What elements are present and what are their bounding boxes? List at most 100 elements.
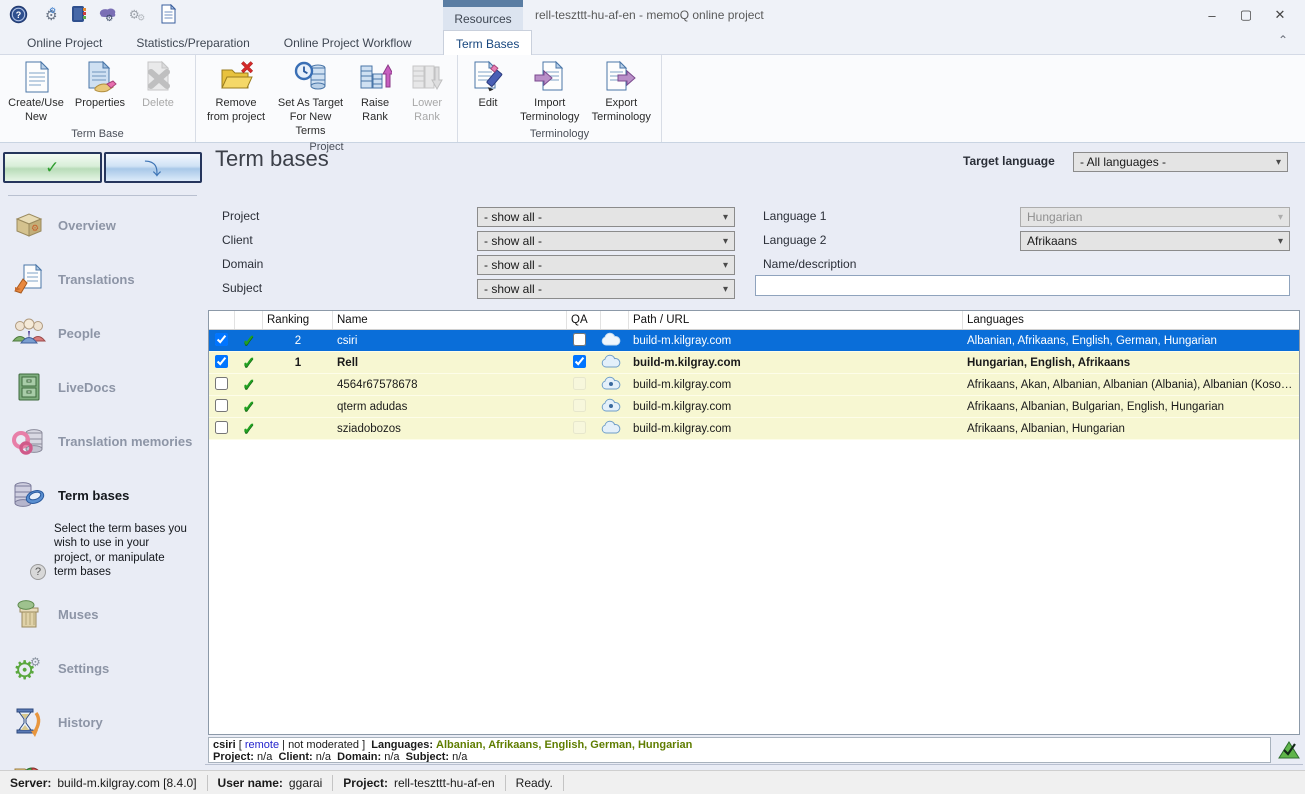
sidebar-item-label: LiveDocs — [58, 380, 116, 395]
target-language-select[interactable]: - All languages - ▾ — [1073, 152, 1288, 172]
col-name[interactable]: Name — [333, 311, 567, 329]
col-path[interactable]: Path / URL — [629, 311, 963, 329]
lower-rank-button: Lower Rank — [401, 57, 453, 125]
people-icon — [10, 316, 48, 350]
name-cell: 4564r67578678 — [333, 379, 567, 391]
server-cloud-icon[interactable]: ⚙ — [98, 4, 118, 24]
raise-rank-button[interactable]: Raise Rank — [349, 57, 401, 125]
properties-button[interactable]: Properties — [68, 57, 132, 111]
sidebar-item-translations[interactable]: Translations — [0, 252, 205, 306]
address-book-icon[interactable] — [68, 4, 88, 24]
info-subject-value: n/a — [452, 751, 467, 763]
sidebar-item-label: Overview — [58, 218, 116, 233]
language1-select: Hungarian▾ — [1020, 207, 1290, 227]
status-project-label: Project: — [343, 776, 388, 790]
edit-button[interactable]: Edit — [462, 57, 514, 111]
new-document-icon — [19, 60, 53, 94]
table-row[interactable]: ✓ 1 Rell build-m.kilgray.com Hungarian, … — [209, 352, 1299, 374]
info-client-label: Client: — [278, 751, 312, 763]
tab-statistics-preparation[interactable]: Statistics/Preparation — [124, 30, 261, 55]
qa-checkbox[interactable] — [573, 355, 586, 368]
help-icon[interactable]: ? — [8, 4, 28, 24]
import-terminology-icon — [533, 60, 567, 94]
button-label: Lower Rank — [405, 97, 449, 125]
table-row[interactable]: ✓ qterm adudas build-m.kilgray.com Afrik… — [209, 396, 1299, 418]
project-filter-value: - show all - — [484, 210, 542, 224]
ribbon-tab-row: Online Project Statistics/Preparation On… — [0, 30, 1305, 55]
subject-filter-select[interactable]: - show all -▾ — [477, 279, 735, 299]
table-row[interactable]: ✓ 2 csiri build-m.kilgray.com Albanian, … — [209, 330, 1299, 352]
project-filter-select[interactable]: - show all -▾ — [477, 207, 735, 227]
table-header: Ranking Name QA Path / URL Languages — [209, 311, 1299, 330]
name-description-input[interactable] — [755, 275, 1290, 296]
sidebar-item-muses[interactable]: Muses — [0, 588, 205, 642]
table-row[interactable]: ✓ sziadobozos build-m.kilgray.com Afrika… — [209, 418, 1299, 440]
sidebar-item-label: Settings — [58, 661, 109, 676]
remove-from-project-button[interactable]: Remove from project — [200, 57, 272, 125]
in-use-check-icon: ✓ — [235, 331, 263, 351]
button-label: Import Terminology — [518, 97, 582, 125]
use-checkbox[interactable] — [215, 333, 228, 346]
col-qa[interactable]: QA — [567, 311, 601, 329]
close-button[interactable]: ✕ — [1263, 0, 1297, 30]
ranking-cell: 2 — [263, 335, 333, 347]
tab-term-bases[interactable]: Term Bases — [443, 30, 532, 56]
create-use-new-button[interactable]: Create/Use New — [4, 57, 68, 125]
domain-filter-select[interactable]: - show all -▾ — [477, 255, 735, 275]
path-cell: build-m.kilgray.com — [629, 357, 963, 369]
name-description-label: Name/description — [763, 257, 856, 271]
sidebar-item-settings[interactable]: ⚙⚙ Settings — [0, 642, 205, 696]
sidebar-item-term-bases[interactable]: Term bases — [0, 468, 205, 522]
language2-select[interactable]: Afrikaans▾ — [1020, 231, 1290, 251]
bracket: [ — [239, 739, 242, 751]
collapse-ribbon-icon[interactable]: ⌃ — [1273, 33, 1293, 51]
use-checkbox[interactable] — [215, 355, 228, 368]
client-filter-label: Client — [222, 233, 253, 247]
use-checkbox[interactable] — [215, 377, 228, 390]
qa-checkbox[interactable] — [573, 333, 586, 346]
col-in-use[interactable] — [235, 311, 263, 329]
tab-online-project[interactable]: Online Project — [15, 30, 114, 55]
document-icon[interactable] — [158, 4, 178, 24]
languages-cell: Hungarian, English, Afrikaans — [963, 357, 1299, 369]
settings-gears-icon[interactable]: ⚙⚙ — [38, 4, 58, 24]
apply-selection-button[interactable]: ✓ — [3, 152, 102, 183]
clock-database-icon — [294, 60, 328, 94]
sidebar-item-people[interactable]: People — [0, 306, 205, 360]
sidebar: ✓ ⤵ ⚙ Overview Translations People — [0, 143, 205, 770]
set-as-target-button[interactable]: Set As Target For New Terms — [272, 57, 349, 138]
quick-access-toolbar: ? ⚙⚙ ⚙ ⚙⚙ — [8, 4, 178, 24]
minimize-button[interactable]: – — [1195, 0, 1229, 30]
help-question-icon: ? — [30, 564, 46, 580]
tab-online-project-workflow[interactable]: Online Project Workflow — [272, 30, 424, 55]
sidebar-item-overview[interactable]: ⚙ Overview — [0, 198, 205, 252]
revert-selection-button[interactable]: ⤵ — [104, 152, 203, 183]
col-languages[interactable]: Languages — [963, 311, 1299, 329]
export-terminology-button[interactable]: Export Terminology — [586, 57, 658, 125]
gears-disabled-icon: ⚙⚙ — [128, 4, 148, 24]
translations-icon — [10, 262, 48, 296]
import-terminology-button[interactable]: Import Terminology — [514, 57, 586, 125]
use-checkbox[interactable] — [215, 421, 228, 434]
col-use[interactable] — [209, 311, 235, 329]
path-cell: build-m.kilgray.com — [629, 379, 963, 391]
qa-checkbox — [573, 377, 586, 390]
maximize-button[interactable]: ▢ — [1229, 0, 1263, 30]
use-checkbox[interactable] — [215, 399, 228, 412]
sidebar-item-translation-memories[interactable]: Translation memories — [0, 414, 205, 468]
sidebar-item-reports[interactable]: Reports — [0, 750, 205, 771]
col-cloud[interactable] — [601, 311, 629, 329]
client-filter-select[interactable]: - show all -▾ — [477, 231, 735, 251]
info-languages: Albanian, Afrikaans, English, German, Hu… — [436, 739, 692, 751]
info-domain-value: n/a — [384, 751, 399, 763]
table-row[interactable]: ✓ 4564r67578678 build-m.kilgray.com Afri… — [209, 374, 1299, 396]
svg-text:⚙: ⚙ — [105, 13, 113, 23]
qa-checkbox — [573, 399, 586, 412]
remove-folder-icon — [219, 60, 253, 94]
sidebar-item-history[interactable]: History — [0, 696, 205, 750]
sidebar-item-livedocs[interactable]: LiveDocs — [0, 360, 205, 414]
in-use-check-icon: ✓ — [235, 353, 263, 373]
target-language-value: - All languages - — [1080, 155, 1166, 169]
col-ranking[interactable]: Ranking — [263, 311, 333, 329]
language2-value: Afrikaans — [1027, 234, 1077, 248]
